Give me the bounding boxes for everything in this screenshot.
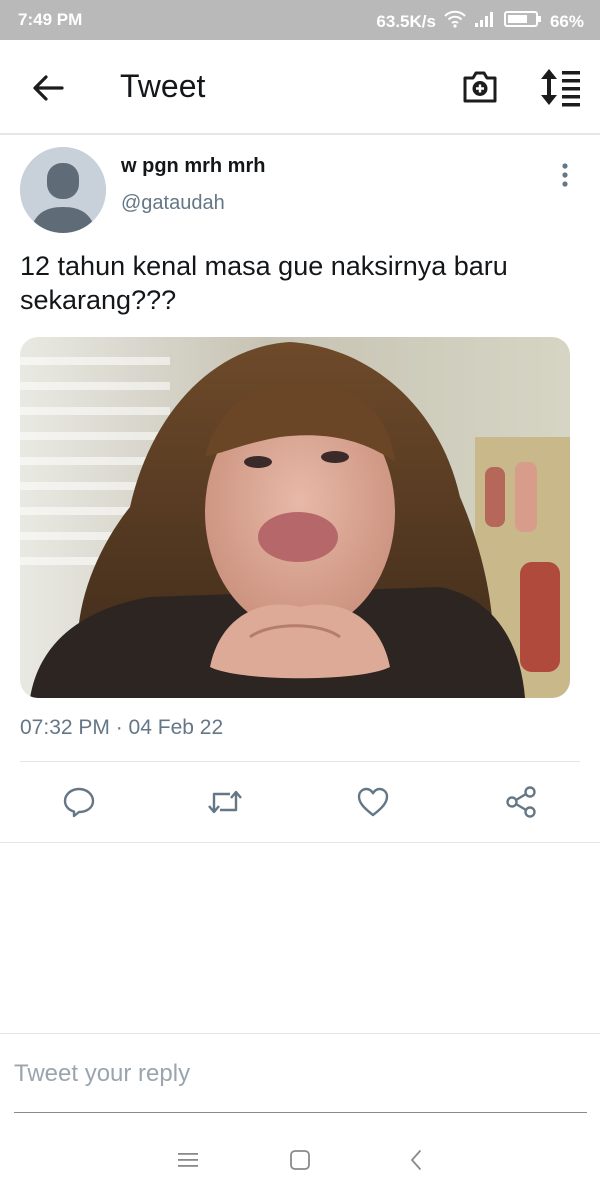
user-handle[interactable]: @gataudah	[121, 192, 225, 215]
menu-icon	[178, 1153, 198, 1167]
like-icon	[357, 787, 389, 817]
like-button[interactable]	[349, 778, 397, 826]
retweet-button[interactable]	[201, 778, 249, 826]
more-options-button[interactable]	[552, 160, 578, 190]
network-speed: 63.5K/s	[376, 11, 436, 31]
divider	[0, 842, 600, 843]
camera-button[interactable]	[460, 67, 500, 107]
system-nav-bar	[0, 1120, 600, 1200]
status-bar: 7:49 PM 63.5K/s 66%	[0, 0, 600, 40]
retweet-icon	[208, 790, 242, 814]
home-button[interactable]	[282, 1144, 318, 1176]
camera-icon	[463, 71, 497, 103]
back-arrow-icon	[33, 75, 64, 101]
tweet-media-photo[interactable]	[20, 337, 570, 698]
more-vertical-icon	[562, 163, 568, 187]
avatar[interactable]	[20, 147, 106, 233]
nav-back-button[interactable]	[398, 1144, 434, 1176]
status-time: 7:49 PM	[18, 10, 83, 29]
battery-percent: 66%	[549, 11, 584, 31]
reply-button[interactable]	[55, 778, 103, 826]
page-title: Tweet	[120, 68, 206, 104]
status-right: 63.5K/s 66%	[376, 10, 584, 33]
back-button[interactable]	[28, 68, 68, 108]
tweet-text: 12 tahun kenal masa gue naksirnya baru s…	[20, 251, 508, 315]
sort-icon	[541, 69, 580, 107]
share-button[interactable]	[497, 778, 545, 826]
default-avatar-icon	[20, 147, 106, 233]
reply-icon	[63, 787, 95, 818]
signal-icon	[474, 10, 496, 33]
reply-underline	[14, 1112, 587, 1113]
divider	[0, 1033, 600, 1034]
menu-button[interactable]	[170, 1144, 206, 1176]
divider	[20, 761, 580, 762]
wifi-icon	[444, 10, 466, 33]
app-bar: Tweet	[0, 40, 600, 135]
home-icon	[290, 1150, 310, 1170]
share-icon	[506, 786, 536, 818]
back-icon	[411, 1150, 421, 1170]
battery-icon	[503, 10, 542, 33]
tweet-actions	[0, 778, 600, 826]
tweet-timestamp: 07:32 PM · 04 Feb 22	[20, 716, 224, 739]
reply-input[interactable]	[14, 1054, 574, 1094]
sort-button[interactable]	[538, 66, 582, 108]
display-name[interactable]: w pgn mrh mrh	[121, 155, 265, 178]
